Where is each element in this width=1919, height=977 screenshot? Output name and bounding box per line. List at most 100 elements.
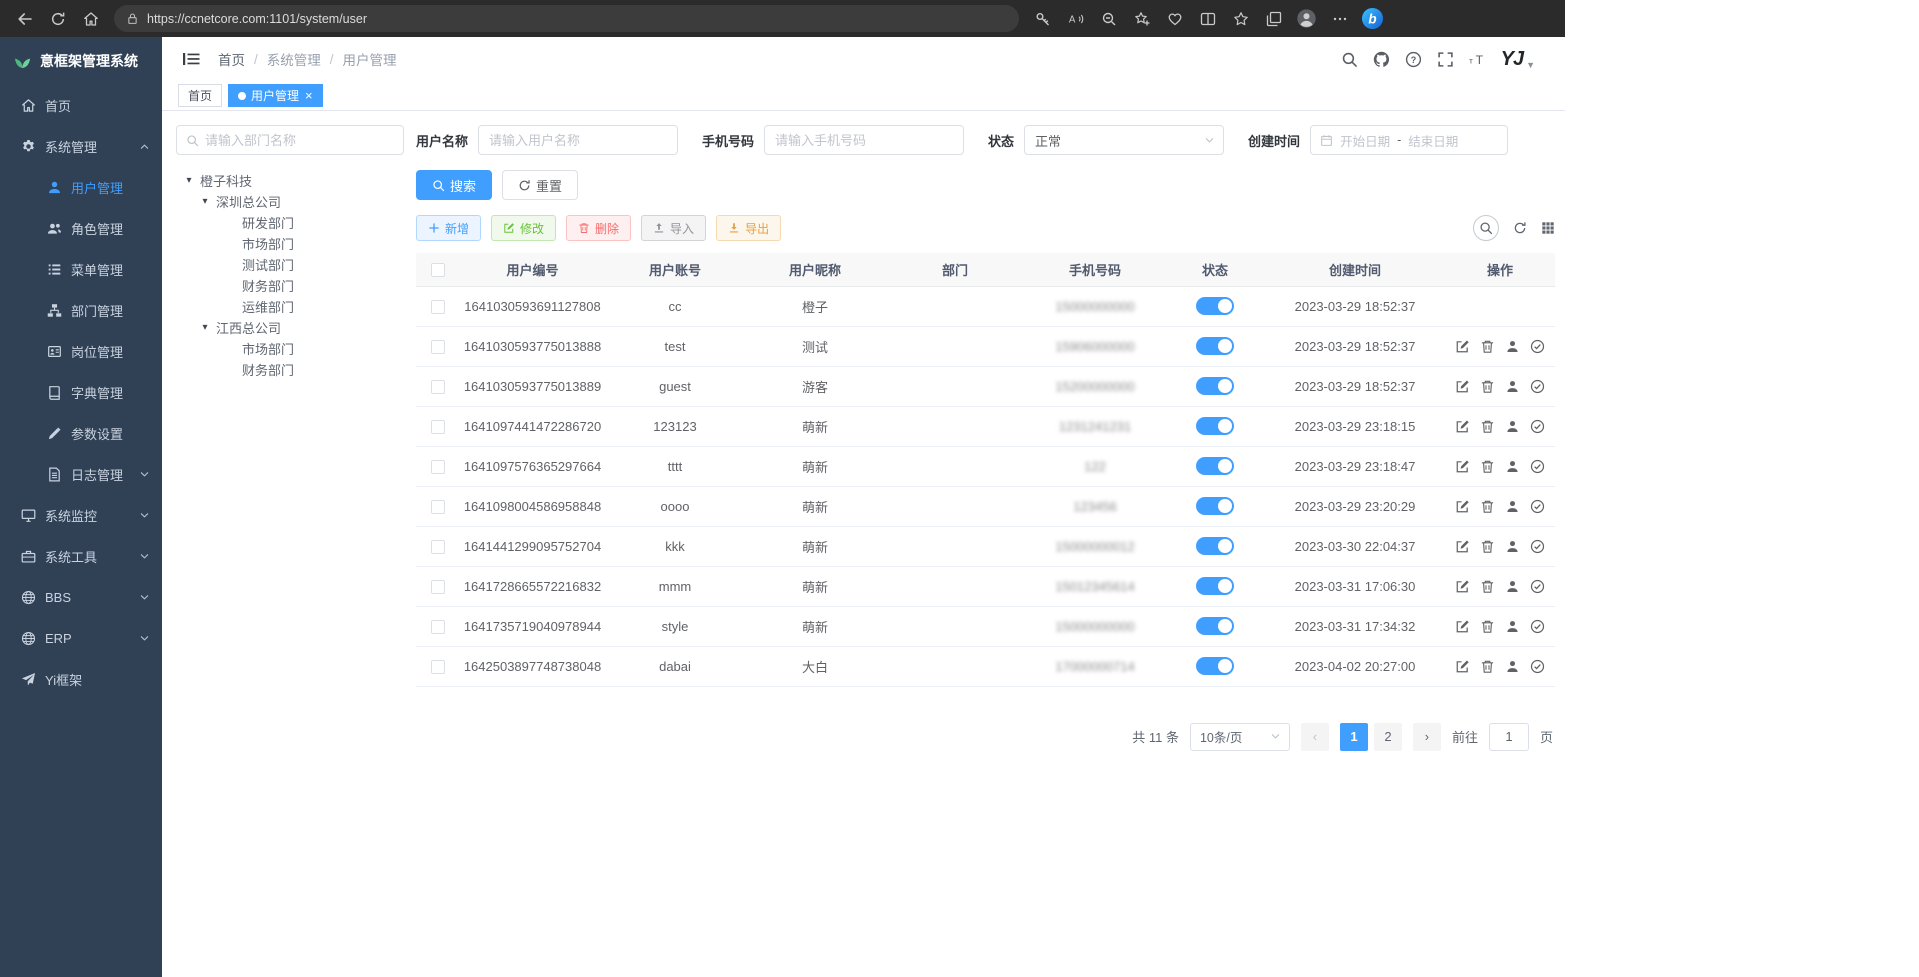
username-input[interactable] xyxy=(478,125,678,155)
tree-node-8[interactable]: 市场部门 xyxy=(176,338,404,359)
sidebar-item-erp[interactable]: ERP xyxy=(0,618,162,659)
row-checkbox[interactable] xyxy=(431,500,445,514)
column-settings-icon[interactable] xyxy=(1541,221,1555,235)
status-toggle[interactable] xyxy=(1196,297,1234,315)
phone-input[interactable] xyxy=(764,125,964,155)
address-bar[interactable]: https://ccnetcore.com:1101/system/user xyxy=(114,5,1019,32)
collections-icon[interactable] xyxy=(1257,4,1290,33)
password-key-icon[interactable] xyxy=(1026,4,1059,33)
reset-password-icon[interactable] xyxy=(1505,539,1520,554)
assign-role-icon[interactable] xyxy=(1530,579,1545,594)
sidebar-item-monitor[interactable]: 系统监控 xyxy=(0,495,162,536)
sidebar-item-user[interactable]: 用户管理 xyxy=(0,167,162,208)
status-toggle[interactable] xyxy=(1196,497,1234,515)
reset-password-icon[interactable] xyxy=(1505,499,1520,514)
row-checkbox[interactable] xyxy=(431,420,445,434)
edit-row-icon[interactable] xyxy=(1455,379,1470,394)
reset-password-icon[interactable] xyxy=(1505,339,1520,354)
prev-page-button[interactable]: ‹ xyxy=(1301,723,1329,751)
tree-node-6[interactable]: 运维部门 xyxy=(176,296,404,317)
header-search-icon[interactable] xyxy=(1341,51,1358,68)
browser-essentials-icon[interactable] xyxy=(1158,4,1191,33)
reset-password-icon[interactable] xyxy=(1505,379,1520,394)
reset-password-icon[interactable] xyxy=(1505,459,1520,474)
delete-row-icon[interactable] xyxy=(1480,459,1495,474)
edit-row-icon[interactable] xyxy=(1455,419,1470,434)
edit-row-icon[interactable] xyxy=(1455,539,1470,554)
refresh-table-icon[interactable] xyxy=(1513,221,1527,235)
edit-row-icon[interactable] xyxy=(1455,579,1470,594)
font-size-icon[interactable]: тT xyxy=(1469,51,1486,68)
row-checkbox[interactable] xyxy=(431,540,445,554)
assign-role-icon[interactable] xyxy=(1530,419,1545,434)
profile-avatar[interactable] xyxy=(1290,4,1323,33)
row-checkbox[interactable] xyxy=(431,340,445,354)
browser-home-icon[interactable] xyxy=(74,4,107,33)
delete-row-icon[interactable] xyxy=(1480,339,1495,354)
status-toggle[interactable] xyxy=(1196,537,1234,555)
assign-role-icon[interactable] xyxy=(1530,339,1545,354)
status-toggle[interactable] xyxy=(1196,337,1234,355)
tree-node-1[interactable]: ▾深圳总公司 xyxy=(176,191,404,212)
row-checkbox[interactable] xyxy=(431,300,445,314)
edit-button[interactable]: 修改 xyxy=(491,215,556,241)
assign-role-icon[interactable] xyxy=(1530,619,1545,634)
zoom-icon[interactable] xyxy=(1092,4,1125,33)
edit-row-icon[interactable] xyxy=(1455,339,1470,354)
delete-row-icon[interactable] xyxy=(1480,579,1495,594)
reset-button[interactable]: 重置 xyxy=(502,170,578,200)
assign-role-icon[interactable] xyxy=(1530,539,1545,554)
breadcrumb-system[interactable]: 系统管理 xyxy=(267,49,321,69)
sidebar-item-tool[interactable]: 系统工具 xyxy=(0,536,162,577)
date-range-picker[interactable]: 开始日期 - 结束日期 xyxy=(1310,125,1508,155)
add-button[interactable]: 新增 xyxy=(416,215,481,241)
status-toggle[interactable] xyxy=(1196,417,1234,435)
delete-row-icon[interactable] xyxy=(1480,379,1495,394)
url-text[interactable]: https://ccnetcore.com:1101/system/user xyxy=(147,12,1007,26)
delete-row-icon[interactable] xyxy=(1480,619,1495,634)
edit-row-icon[interactable] xyxy=(1455,619,1470,634)
split-screen-icon[interactable] xyxy=(1191,4,1224,33)
status-toggle[interactable] xyxy=(1196,457,1234,475)
user-avatar-menu[interactable]: YJ ▼ xyxy=(1501,48,1535,71)
department-search-input[interactable] xyxy=(205,133,394,148)
page-size-select[interactable]: 10条/页 xyxy=(1190,723,1290,751)
delete-row-icon[interactable] xyxy=(1480,499,1495,514)
favorites-icon[interactable] xyxy=(1224,4,1257,33)
tab-user-management[interactable]: 用户管理 × xyxy=(228,84,323,107)
tree-node-9[interactable]: 财务部门 xyxy=(176,359,404,380)
status-select[interactable]: 正常 xyxy=(1024,125,1224,155)
sidebar-item-log[interactable]: 日志管理 xyxy=(0,454,162,495)
close-tab-icon[interactable]: × xyxy=(305,88,313,103)
assign-role-icon[interactable] xyxy=(1530,499,1545,514)
row-checkbox[interactable] xyxy=(431,580,445,594)
sidebar-item-role[interactable]: 角色管理 xyxy=(0,208,162,249)
sidebar-item-param[interactable]: 参数设置 xyxy=(0,413,162,454)
sidebar-item-bbs[interactable]: BBS xyxy=(0,577,162,618)
collapse-sidebar-icon[interactable] xyxy=(182,51,201,67)
assign-role-icon[interactable] xyxy=(1530,379,1545,394)
delete-row-icon[interactable] xyxy=(1480,539,1495,554)
tree-node-7[interactable]: ▾江西总公司 xyxy=(176,317,404,338)
delete-row-icon[interactable] xyxy=(1480,419,1495,434)
reset-password-icon[interactable] xyxy=(1505,619,1520,634)
reset-password-icon[interactable] xyxy=(1505,419,1520,434)
edit-row-icon[interactable] xyxy=(1455,659,1470,674)
browser-refresh-icon[interactable] xyxy=(41,4,74,33)
goto-page-input[interactable] xyxy=(1489,723,1529,751)
edit-row-icon[interactable] xyxy=(1455,499,1470,514)
edit-row-icon[interactable] xyxy=(1455,459,1470,474)
export-button[interactable]: 导出 xyxy=(716,215,781,241)
sidebar-item-menu[interactable]: 菜单管理 xyxy=(0,249,162,290)
tree-node-0[interactable]: ▾橙子科技 xyxy=(176,170,404,191)
sidebar-item-dict[interactable]: 字典管理 xyxy=(0,372,162,413)
import-button[interactable]: 导入 xyxy=(641,215,706,241)
tree-node-3[interactable]: 市场部门 xyxy=(176,233,404,254)
row-checkbox[interactable] xyxy=(431,660,445,674)
search-button[interactable]: 搜索 xyxy=(416,170,492,200)
sidebar-item-system[interactable]: 系统管理 xyxy=(0,126,162,167)
reset-password-icon[interactable] xyxy=(1505,579,1520,594)
status-toggle[interactable] xyxy=(1196,577,1234,595)
toggle-search-button[interactable] xyxy=(1473,215,1499,241)
status-toggle[interactable] xyxy=(1196,377,1234,395)
